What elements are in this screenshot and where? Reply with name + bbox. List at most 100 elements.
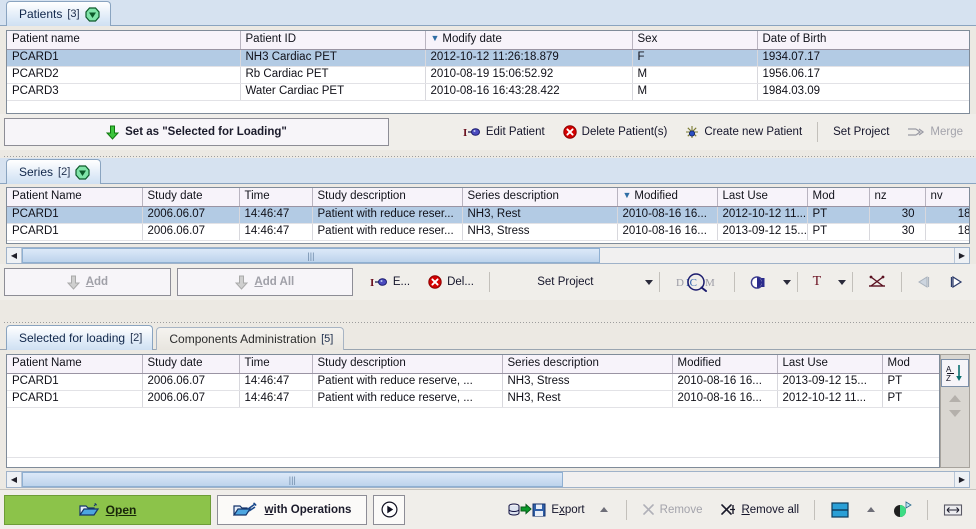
text-dropdown-icon[interactable] (838, 279, 847, 285)
column-header-modified[interactable]: ▼ Modified (617, 188, 718, 207)
column-header-study-date[interactable]: Study date (142, 355, 240, 374)
column-header-time[interactable]: Time (239, 355, 313, 374)
series-delete-button[interactable]: Del... (419, 269, 483, 295)
cell-series-description: NH3, Stress (502, 373, 673, 391)
scroll-track[interactable]: ||| (22, 472, 954, 487)
column-header-patient-id[interactable]: Patient ID (240, 31, 426, 50)
contrast-dropdown-icon[interactable] (782, 279, 791, 285)
tab-components-label: Components Administration (169, 332, 317, 346)
series-set-project-button[interactable]: Set Project (496, 269, 635, 295)
column-header-last-use[interactable]: Last Use (717, 188, 808, 207)
text-annotation-button[interactable]: T (804, 269, 831, 295)
export-button[interactable]: Export (499, 497, 593, 523)
compare-button[interactable] (859, 269, 895, 295)
scroll-left-arrow[interactable]: ◀ (7, 248, 22, 263)
text-annotation-label: T (812, 274, 822, 289)
layout-dropdown-icon[interactable] (867, 507, 875, 512)
toolbar-divider (733, 272, 735, 292)
tab-series[interactable]: Series [2] (6, 159, 102, 184)
column-header-study-description[interactable]: Study description (312, 188, 463, 207)
column-header-time[interactable]: Time (239, 188, 313, 207)
column-header-modified[interactable]: Modified (672, 355, 778, 374)
cell-sex: M (632, 66, 758, 84)
scroll-right-arrow[interactable]: ▶ (954, 472, 969, 487)
contrast-button[interactable] (741, 269, 775, 295)
series-edit-button[interactable]: I E... (361, 269, 419, 295)
tab-selected-for-loading[interactable]: Selected for loading [2] (6, 325, 154, 350)
next-triangle-icon (949, 275, 963, 289)
column-header-modify-date[interactable]: ▼ Modify date (425, 31, 633, 50)
column-header-mod[interactable]: Mod (807, 188, 870, 207)
column-header-patient-name[interactable]: Patient name (7, 31, 241, 50)
create-new-patient-button[interactable]: Create new Patient (676, 119, 811, 145)
column-header-date-of-birth[interactable]: Date of Birth (757, 31, 969, 50)
tab-components-administration[interactable]: Components Administration [5] (156, 327, 345, 350)
loading-horizontal-scrollbar[interactable]: ◀ ||| ▶ (6, 471, 970, 488)
set-project-dropdown-icon[interactable] (644, 279, 653, 285)
add-all-button[interactable]: Add All (176, 268, 353, 296)
patients-table[interactable]: Patient name Patient ID ▼ Modify date Sex… (6, 30, 970, 114)
merge-button[interactable]: Merge (898, 119, 972, 145)
fit-width-button[interactable] (934, 497, 972, 523)
tab-patients[interactable]: Patients [3] (6, 1, 111, 26)
dicom-button[interactable]: D IC M (666, 269, 728, 295)
split-layout-icon (830, 501, 850, 519)
with-operations-button[interactable]: with Operations (217, 494, 367, 525)
edit-patient-button[interactable]: I Edit Patient (454, 119, 554, 145)
table-row[interactable]: PCARD2 Rb Cardiac PET 2010-08-19 15:06:5… (7, 66, 969, 84)
layout-split-button[interactable] (821, 497, 859, 523)
loading-table[interactable]: Patient Name Study date Time Study descr… (6, 354, 940, 468)
column-header-nv[interactable]: nv (925, 188, 969, 207)
cell-time: 14:46:47 (239, 373, 313, 391)
previous-button[interactable] (908, 269, 940, 295)
green-hex-down-icon[interactable] (75, 164, 90, 180)
patients-toolbar: Set as "Selected for Loading" I Edit Pat… (0, 114, 976, 150)
column-header-series-description[interactable]: Series description (462, 188, 618, 207)
patients-body: PCARD1 NH3 Cardiac PET 2012-10-12 11:26:… (7, 49, 969, 113)
scroll-thumb[interactable]: ||| (22, 472, 563, 487)
column-header-patient-name[interactable]: Patient Name (7, 355, 143, 374)
color-mode-button[interactable] (883, 497, 921, 523)
column-header-study-date[interactable]: Study date (142, 188, 240, 207)
cell-modify-date: 2010-08-16 16:43:28.422 (425, 83, 633, 101)
green-hex-down-icon[interactable] (84, 6, 100, 22)
set-selected-label: Set as "Selected for Loading" (125, 126, 287, 138)
open-button[interactable]: Open (4, 494, 211, 525)
scroll-thumb[interactable]: ||| (22, 248, 600, 263)
column-header-series-description[interactable]: Series description (502, 355, 673, 374)
play-button[interactable] (373, 494, 405, 525)
expand-horizontal-icon (943, 503, 963, 517)
table-row[interactable]: PCARD1 2006.06.07 14:46:47 Patient with … (7, 206, 969, 224)
column-header-study-description[interactable]: Study description (312, 355, 503, 374)
delete-patients-button[interactable]: Delete Patient(s) (554, 119, 677, 145)
set-project-button[interactable]: Set Project (824, 119, 898, 145)
scroll-track[interactable]: ||| (22, 248, 954, 263)
table-row[interactable]: PCARD1 2006.06.07 14:46:47 Patient with … (7, 223, 969, 241)
column-header-last-use[interactable]: Last Use (777, 355, 883, 374)
loading-sort-sidebar: A Z (940, 354, 970, 468)
scroll-left-arrow[interactable]: ◀ (7, 472, 22, 487)
scroll-right-arrow[interactable]: ▶ (954, 248, 969, 263)
column-header-mod[interactable]: Mod (882, 355, 939, 374)
sort-az-button[interactable]: A Z (941, 359, 969, 387)
add-button[interactable]: Add (4, 268, 171, 296)
export-dropdown-icon[interactable] (599, 507, 608, 512)
cell-mod: PT (882, 390, 939, 408)
table-row[interactable]: PCARD1 2006.06.07 14:46:47 Patient with … (7, 390, 939, 408)
scroll-down-arrow[interactable] (949, 410, 961, 417)
header-label: Last Use (722, 190, 768, 203)
column-header-sex[interactable]: Sex (632, 31, 758, 50)
remove-all-button[interactable]: Remove all (711, 497, 808, 523)
down-arrow-green-icon (106, 125, 120, 140)
next-button[interactable] (940, 269, 972, 295)
column-header-nz[interactable]: nz (869, 188, 926, 207)
remove-button[interactable]: Remove (633, 497, 712, 523)
column-header-patient-name[interactable]: Patient Name (7, 188, 143, 207)
set-as-selected-for-loading-button[interactable]: Set as "Selected for Loading" (4, 118, 389, 146)
scroll-up-arrow[interactable] (949, 395, 961, 402)
series-table[interactable]: Patient Name Study date Time Study descr… (6, 187, 970, 244)
series-horizontal-scrollbar[interactable]: ◀ ||| ▶ (6, 247, 970, 264)
table-row[interactable]: PCARD1 NH3 Cardiac PET 2012-10-12 11:26:… (7, 49, 969, 67)
table-row[interactable]: PCARD1 2006.06.07 14:46:47 Patient with … (7, 373, 939, 391)
table-row[interactable]: PCARD3 Water Cardiac PET 2010-08-16 16:4… (7, 83, 969, 101)
